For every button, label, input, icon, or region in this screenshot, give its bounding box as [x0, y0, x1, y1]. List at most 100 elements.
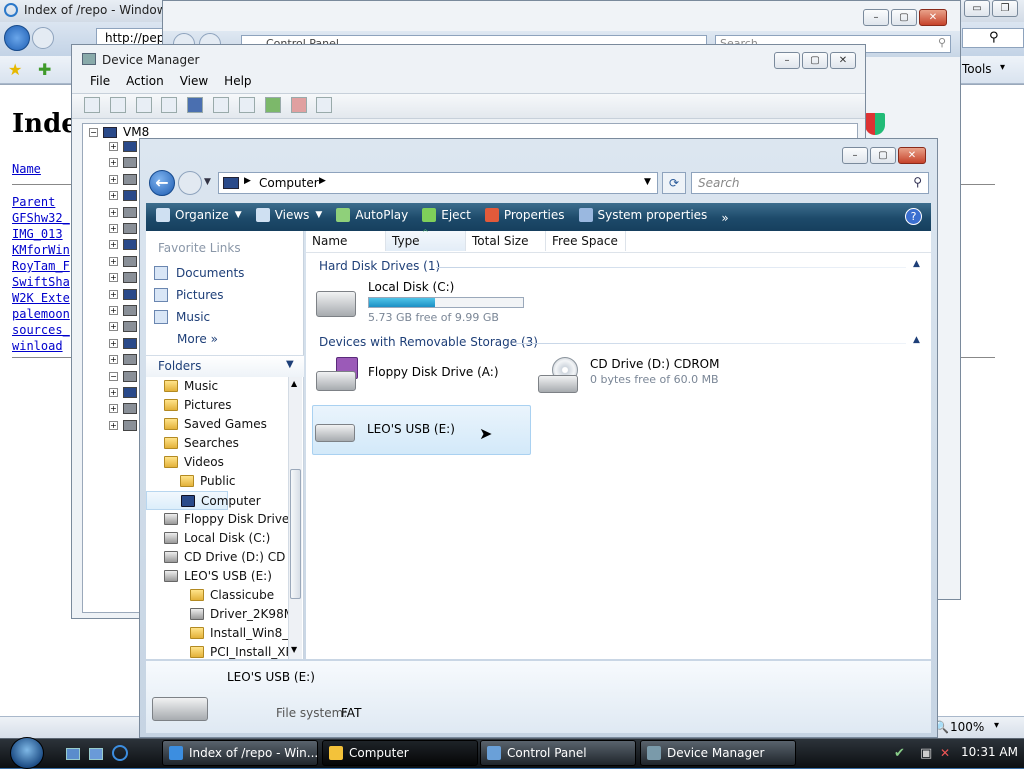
ie-search-field[interactable]: ⚲: [962, 28, 1024, 48]
taskbar-button[interactable]: Computer: [322, 740, 478, 766]
expand-icon[interactable]: +: [109, 174, 118, 184]
folder-tree-item[interactable]: Local Disk (C:): [146, 529, 288, 548]
folders-header[interactable]: Folders ▼: [146, 355, 304, 377]
start-orb-icon[interactable]: [10, 737, 44, 769]
ie-minimize-button[interactable]: ▭: [964, 0, 990, 17]
command-views[interactable]: Views ▼: [255, 208, 322, 222]
devmgr-close-button[interactable]: ✕: [830, 52, 856, 69]
expand-icon[interactable]: +: [109, 240, 118, 250]
devmgr-maximize-button[interactable]: ▢: [802, 52, 828, 69]
column-header-total-size[interactable]: Total Size: [466, 231, 546, 251]
expand-icon[interactable]: +: [109, 388, 118, 397]
taskbar-button[interactable]: Control Panel: [480, 740, 636, 766]
scroll-down-icon[interactable]: ▼: [291, 645, 297, 654]
menu-item-help[interactable]: Help: [224, 74, 251, 88]
folder-tree-item[interactable]: Pictures: [146, 396, 288, 415]
switch-windows-icon[interactable]: [89, 748, 103, 760]
command-organize[interactable]: Organize ▼: [156, 208, 242, 222]
breadcrumb-computer[interactable]: Computer: [259, 176, 319, 190]
cp-close-button[interactable]: ✕: [919, 9, 947, 26]
expand-icon[interactable]: +: [109, 404, 118, 414]
more-links[interactable]: More »: [177, 332, 218, 346]
menu-item-action[interactable]: Action: [126, 74, 164, 88]
address-dropdown-icon[interactable]: ▼: [644, 177, 651, 187]
favorite-link-music[interactable]: Music: [146, 306, 304, 328]
local-disk-item[interactable]: Local Disk (C:) 5.73 GB free of 9.99 GB: [312, 277, 532, 325]
menu-item-view[interactable]: View: [180, 74, 208, 88]
command-autoplay[interactable]: AutoPlay: [336, 208, 408, 222]
update-driver-icon[interactable]: [264, 97, 281, 113]
expand-icon[interactable]: +: [109, 306, 118, 315]
breadcrumb-separator-icon[interactable]: ▶: [244, 176, 251, 186]
column-header-free-space[interactable]: Free Space: [546, 231, 626, 251]
folder-tree-item[interactable]: Music: [146, 377, 288, 396]
explorer-minimize-button[interactable]: –: [842, 147, 868, 164]
tray-volume-muted-icon[interactable]: ✕: [940, 746, 950, 760]
collapse-icon[interactable]: −: [89, 128, 98, 137]
tree-root-label[interactable]: VM8: [123, 125, 149, 139]
command-overflow[interactable]: »: [721, 211, 728, 225]
add-favorites-icon[interactable]: ✚: [38, 60, 51, 79]
folder-tree-item[interactable]: Classicube: [146, 586, 288, 605]
ie-file-link[interactable]: sources_: [12, 322, 72, 338]
explorer-search-input[interactable]: Search ⚲: [691, 172, 929, 194]
taskbar-button[interactable]: Index of /repo - Win...: [162, 740, 318, 766]
folder-tree-item[interactable]: Install_Win8_8.: [146, 624, 288, 643]
folder-tree-item[interactable]: Driver_2K98ME: [146, 605, 288, 624]
expand-icon[interactable]: +: [109, 256, 118, 266]
help-icon[interactable]: [187, 97, 204, 113]
folder-tree-item[interactable]: LEO'S USB (E:): [146, 567, 288, 586]
folder-tree-item[interactable]: PCI_Install_XP_: [146, 643, 288, 659]
tray-network-icon[interactable]: ▣: [920, 746, 932, 761]
group-collapse-icon[interactable]: ▲: [913, 259, 920, 269]
ie-file-link[interactable]: KMforWin: [12, 242, 72, 258]
folder-tree-item[interactable]: Computer: [146, 491, 261, 510]
cp-minimize-button[interactable]: –: [863, 9, 889, 26]
disable-icon[interactable]: [316, 97, 333, 113]
ie-file-link[interactable]: Parent: [12, 194, 72, 210]
chevron-down-icon[interactable]: ▾: [1000, 62, 1005, 73]
expand-icon[interactable]: +: [109, 191, 118, 201]
tray-safely-remove-icon[interactable]: ✔: [894, 746, 905, 761]
expand-icon[interactable]: +: [109, 338, 118, 348]
expand-icon[interactable]: +: [109, 420, 118, 430]
devmgr-minimize-button[interactable]: –: [774, 52, 800, 69]
menu-item-file[interactable]: File: [90, 74, 110, 88]
favorites-star-icon[interactable]: ★: [8, 60, 22, 79]
favorite-link-pictures[interactable]: Pictures: [146, 284, 304, 306]
zoom-dropdown-icon[interactable]: ▾: [994, 720, 999, 731]
search-icon[interactable]: ⚲: [938, 36, 946, 49]
scroll-thumb[interactable]: [290, 469, 301, 599]
group-removable-storage[interactable]: Devices with Removable Storage (3): [319, 335, 538, 349]
command-properties[interactable]: Properties: [484, 208, 565, 222]
folder-tree-item[interactable]: Videos: [146, 453, 288, 472]
breadcrumb-chevron-icon[interactable]: ▶: [319, 176, 326, 186]
command-system-properties[interactable]: System properties: [578, 208, 707, 222]
explorer-maximize-button[interactable]: ▢: [870, 147, 896, 164]
back-button-icon[interactable]: ←: [149, 170, 175, 196]
help-button-icon[interactable]: ?: [905, 208, 922, 225]
ie-file-link[interactable]: RoyTam_F: [12, 258, 72, 274]
expand-icon[interactable]: +: [109, 355, 118, 365]
floppy-item[interactable]: Floppy Disk Drive (A:): [312, 353, 532, 401]
ie-forward-icon[interactable]: [32, 27, 54, 49]
taskbar-button[interactable]: Device Manager: [640, 740, 796, 766]
cp-maximize-button[interactable]: ▢: [891, 9, 917, 26]
folder-tree-item[interactable]: Searches: [146, 434, 288, 453]
view-icon[interactable]: [213, 97, 230, 113]
search-icon[interactable]: ⚲: [913, 175, 922, 189]
expand-icon[interactable]: +: [109, 224, 118, 233]
usb-item[interactable]: LEO'S USB (E:) ➤: [312, 405, 531, 455]
uninstall-icon[interactable]: [290, 97, 307, 113]
properties-icon[interactable]: [135, 97, 152, 113]
ie-back-icon[interactable]: [4, 25, 30, 51]
group-collapse-icon[interactable]: ▲: [913, 335, 920, 345]
folder-tree-item[interactable]: CD Drive (D:) CD: [146, 548, 288, 567]
search-icon[interactable]: ⚲: [989, 30, 999, 45]
scan-hardware-icon[interactable]: [238, 97, 255, 113]
explorer-address-bar[interactable]: ▶ Computer ▶ ▼: [218, 172, 658, 194]
expand-icon[interactable]: −: [109, 371, 118, 381]
ie-file-link[interactable]: GFShw32_: [12, 210, 72, 226]
ie-file-link[interactable]: IMG_013: [12, 226, 72, 242]
explorer-close-button[interactable]: ✕: [898, 147, 926, 164]
